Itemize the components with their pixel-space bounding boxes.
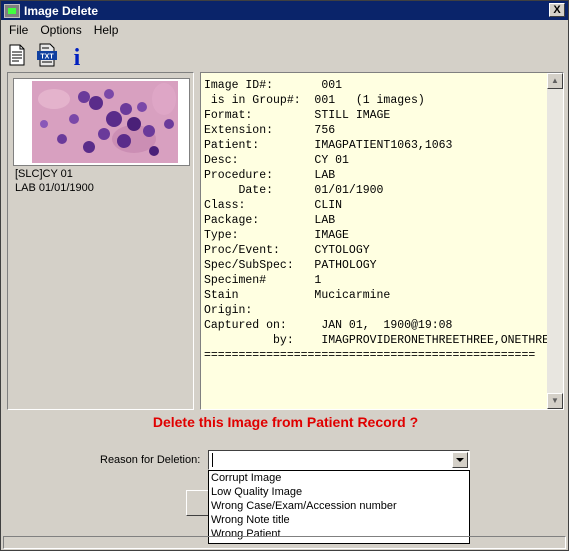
txt-file-icon: TXT: [37, 43, 57, 66]
image-thumbnail[interactable]: [13, 78, 190, 166]
reason-label: Reason for Deletion:: [100, 454, 201, 466]
document-button[interactable]: [3, 41, 31, 68]
scroll-up-button[interactable]: ▲: [547, 73, 563, 89]
detail-line: Captured on: JAN 01, 1900@19:08: [204, 319, 453, 332]
reason-option[interactable]: Wrong Note title: [209, 513, 469, 527]
app-icon: [4, 3, 20, 18]
detail-line: Date: 01/01/1900: [204, 184, 384, 197]
reason-option[interactable]: Wrong Case/Exam/Accession number: [209, 499, 469, 513]
reason-option[interactable]: Low Quality Image: [209, 485, 469, 499]
detail-line: Type: IMAGE: [204, 229, 349, 242]
detail-line: Desc: CY 01: [204, 154, 349, 167]
detail-line: Specimen# 1: [204, 274, 322, 287]
menu-options[interactable]: Options: [34, 21, 87, 39]
thumbnail-caption-line2: LAB 01/01/1900: [15, 182, 94, 194]
detail-line: Format: STILL IMAGE: [204, 109, 391, 122]
detail-line: Image ID#: 001: [204, 79, 343, 92]
detail-line: Package: LAB: [204, 214, 336, 227]
txt-icon-label: TXT: [40, 53, 54, 60]
reason-option[interactable]: Corrupt Image: [209, 471, 469, 485]
detail-line: Procedure: LAB: [204, 169, 336, 182]
txt-button[interactable]: TXT: [33, 41, 61, 68]
document-icon: [9, 44, 25, 65]
detail-line: Class: CLIN: [204, 199, 343, 212]
scroll-down-button[interactable]: ▼: [547, 393, 563, 409]
thumbnail-panel: [SLC]CY 01 LAB 01/01/1900: [7, 72, 194, 410]
info-icon: i: [74, 45, 81, 67]
detail-line: Spec/SubSpec: PATHOLOGY: [204, 259, 377, 272]
toolbar: TXT i: [3, 41, 91, 69]
title-bar: Image Delete X: [1, 1, 568, 20]
menu-bar: File Options Help: [3, 21, 124, 39]
window-title: Image Delete: [24, 3, 99, 18]
detail-line: ========================================…: [204, 349, 536, 362]
detail-line: is in Group#: 001 (1 images): [204, 94, 425, 107]
detail-line: Proc/Event: CYTOLOGY: [204, 244, 370, 257]
info-icon-glyph: i: [74, 45, 81, 67]
status-bar: [3, 536, 566, 549]
detail-line: Patient: IMAGPATIENT1063,1063: [204, 139, 453, 152]
image-details-box[interactable]: Image ID#: 001 is in Group#: 001 (1 imag…: [200, 72, 564, 410]
reason-dropdown-list: Corrupt Image Low Quality Image Wrong Case…: [208, 470, 470, 544]
detail-line: Origin:: [204, 304, 253, 317]
info-button[interactable]: i: [63, 41, 91, 68]
cytology-thumbnail-image: [14, 79, 189, 165]
text-cursor: [212, 453, 213, 467]
close-button[interactable]: X: [549, 3, 565, 17]
detail-line: Stain Mucicarmine: [204, 289, 391, 302]
dropdown-arrow-button[interactable]: [452, 452, 468, 468]
detail-line: by: IMAGPROVIDERONETHREETHREE,ONETHREE: [204, 334, 547, 347]
details-scrollbar[interactable]: ▲ ▼: [547, 73, 563, 409]
thumbnail-caption-line1: [SLC]CY 01: [15, 168, 73, 180]
image-details-text: Image ID#: 001 is in Group#: 001 (1 imag…: [204, 78, 547, 363]
image-delete-window: Image Delete X File Options Help TXT i […: [0, 0, 569, 551]
menu-file[interactable]: File: [3, 21, 34, 39]
detail-line: Extension: 756: [204, 124, 336, 137]
reason-for-deletion-combobox[interactable]: [208, 450, 470, 470]
delete-confirmation-text: Delete this Image from Patient Record ?: [152, 414, 419, 430]
menu-help[interactable]: Help: [88, 21, 125, 39]
